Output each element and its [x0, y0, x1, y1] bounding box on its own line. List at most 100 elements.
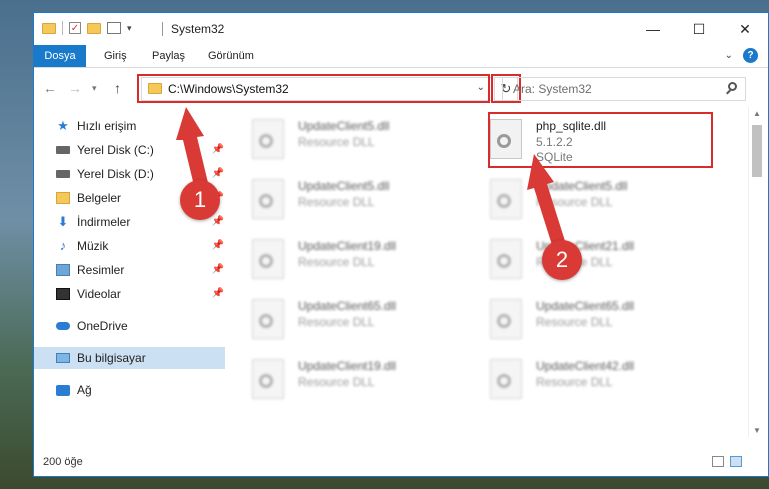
explorer-window: ✓ ▾ System32 — ☐ ✕ Dosya Giriş Paylaş Gö… [33, 12, 769, 477]
file-item[interactable]: UpdateClient65.dll Resource DLL [464, 291, 684, 345]
dll-file-icon [252, 179, 284, 219]
pin-icon[interactable]: 📌 [212, 259, 224, 281]
dll-file-icon [252, 359, 284, 399]
sidebar-item-label: İndirmeler [77, 215, 131, 229]
star-icon: ★ [57, 118, 69, 133]
file-item[interactable]: UpdateClient5.dll Resource DLL [464, 171, 684, 225]
window-title: System32 [171, 22, 225, 36]
divider [62, 21, 63, 35]
pin-icon[interactable]: 📌 [212, 235, 224, 257]
sidebar-item-label: Videolar [77, 287, 121, 301]
sidebar-item-pictures[interactable]: Resimler 📌 [56, 259, 224, 281]
dll-file-icon [252, 239, 284, 279]
pin-icon[interactable]: 📌 [212, 139, 224, 161]
sidebar-item-quick-access[interactable]: ★ Hızlı erişim [56, 115, 224, 137]
back-arrow-icon[interactable]: ← [43, 80, 57, 96]
file-name: UpdateClient19.dll [298, 239, 397, 253]
file-name: UpdateClient65.dll [298, 299, 397, 313]
step-badge-1: 1 [180, 180, 220, 220]
forward-arrow-icon[interactable]: → [68, 80, 82, 96]
file-name: UpdateClient65.dll [536, 299, 635, 313]
close-button[interactable]: ✕ [722, 13, 768, 45]
tab-share[interactable]: Paylaş [152, 45, 185, 67]
sidebar-item-label: Belgeler [77, 191, 122, 205]
expand-ribbon-icon[interactable]: ⌄ [725, 50, 733, 61]
dll-file-icon [252, 299, 284, 339]
sidebar-item-label: OneDrive [77, 319, 128, 333]
quick-access-toolbar: ✓ ▾ [42, 21, 132, 35]
tab-home[interactable]: Giriş [104, 45, 127, 67]
navigation-bar: ← → ▾ ↑ C:\Windows\System32 ⌄ ↻ Ara: Sys… [34, 68, 768, 108]
sidebar-item-label: Yerel Disk (C:) [77, 143, 154, 157]
music-icon: ♪ [59, 238, 67, 253]
sidebar-item-this-pc[interactable]: Bu bilgisayar [34, 347, 225, 369]
search-icon[interactable] [728, 82, 737, 91]
file-item[interactable]: UpdateClient65.dll Resource DLL [226, 291, 446, 345]
dll-file-icon [490, 179, 522, 219]
file-name: UpdateClient19.dll [298, 359, 397, 373]
sidebar-item-label: Resimler [77, 263, 125, 277]
sidebar-item-label: Bu bilgisayar [77, 351, 146, 365]
dll-file-icon [252, 119, 284, 159]
sidebar-item-network[interactable]: Ağ [56, 379, 224, 401]
scroll-up-icon[interactable]: ▲ [753, 109, 761, 118]
download-icon: ⬇ [57, 214, 69, 229]
sidebar-item-music[interactable]: ♪ Müzik 📌 [56, 235, 224, 257]
recent-locations-icon[interactable]: ▾ [92, 83, 97, 94]
sidebar-item-label: Hızlı erişim [77, 119, 137, 133]
navigation-pane: ★ Hızlı erişim Yerel Disk (C:) 📌 Yerel D… [34, 107, 226, 437]
sidebar-item-onedrive[interactable]: OneDrive [56, 315, 224, 337]
details-view-icon[interactable] [712, 456, 724, 467]
tab-view[interactable]: Görünüm [208, 45, 254, 67]
dll-file-icon [490, 239, 522, 279]
scroll-down-icon[interactable]: ▼ [753, 426, 761, 435]
dll-file-icon [490, 359, 522, 399]
tab-file[interactable]: Dosya [34, 45, 86, 67]
step-badge-2: 2 [542, 240, 582, 280]
customize-icon[interactable] [107, 22, 121, 34]
search-input[interactable]: Ara: System32 [502, 77, 746, 101]
pin-icon[interactable]: 📌 [212, 283, 224, 305]
file-description: Resource DLL [298, 255, 375, 269]
properties-check-icon[interactable]: ✓ [69, 22, 81, 34]
large-icons-view-icon[interactable] [730, 456, 742, 467]
network-icon [56, 384, 70, 396]
file-description: Resource DLL [536, 375, 613, 389]
file-item[interactable]: UpdateClient5.dll Resource DLL [226, 111, 446, 165]
pin-icon[interactable]: 📌 [212, 163, 224, 185]
ribbon-tabs: Dosya Giriş Paylaş Görünüm ⌄ ? [34, 45, 768, 68]
up-arrow-icon[interactable]: ↑ [114, 80, 121, 96]
video-icon [56, 288, 70, 300]
cloud-icon [56, 322, 70, 330]
file-item[interactable]: UpdateClient19.dll Resource DLL [226, 351, 446, 405]
item-count: 200 öğe [43, 456, 83, 468]
file-item[interactable]: UpdateClient5.dll Resource DLL [226, 171, 446, 225]
new-folder-icon[interactable] [87, 22, 101, 34]
search-placeholder: Ara: System32 [513, 82, 592, 96]
sidebar-item-disk-c[interactable]: Yerel Disk (C:) 📌 [56, 139, 224, 161]
maximize-button[interactable]: ☐ [676, 13, 722, 45]
pc-icon [56, 353, 70, 363]
divider [162, 22, 163, 36]
file-item[interactable]: UpdateClient19.dll Resource DLL [226, 231, 446, 285]
help-icon[interactable]: ? [743, 48, 758, 63]
file-item[interactable]: UpdateClient42.dll Resource DLL [464, 351, 684, 405]
file-highlight [488, 112, 713, 168]
scrollbar-thumb[interactable] [752, 125, 762, 177]
file-name: UpdateClient5.dll [536, 179, 628, 193]
disk-icon [56, 170, 70, 178]
title-bar: ✓ ▾ System32 — ☐ ✕ [34, 13, 768, 45]
sidebar-item-label: Ağ [77, 383, 92, 397]
chevron-down-icon[interactable]: ▾ [127, 23, 132, 34]
sidebar-item-label: Müzik [77, 239, 109, 253]
file-description: Resource DLL [298, 375, 375, 389]
file-name: UpdateClient42.dll [536, 359, 635, 373]
disk-icon [56, 146, 70, 154]
vertical-scrollbar[interactable]: ▲ ▼ [748, 107, 766, 437]
file-description: Resource DLL [298, 315, 375, 329]
file-description: Resource DLL [298, 195, 375, 209]
sidebar-item-videos[interactable]: Videolar 📌 [56, 283, 224, 305]
minimize-button[interactable]: — [630, 13, 676, 45]
folder-icon[interactable] [42, 22, 56, 34]
pictures-icon [56, 264, 70, 276]
